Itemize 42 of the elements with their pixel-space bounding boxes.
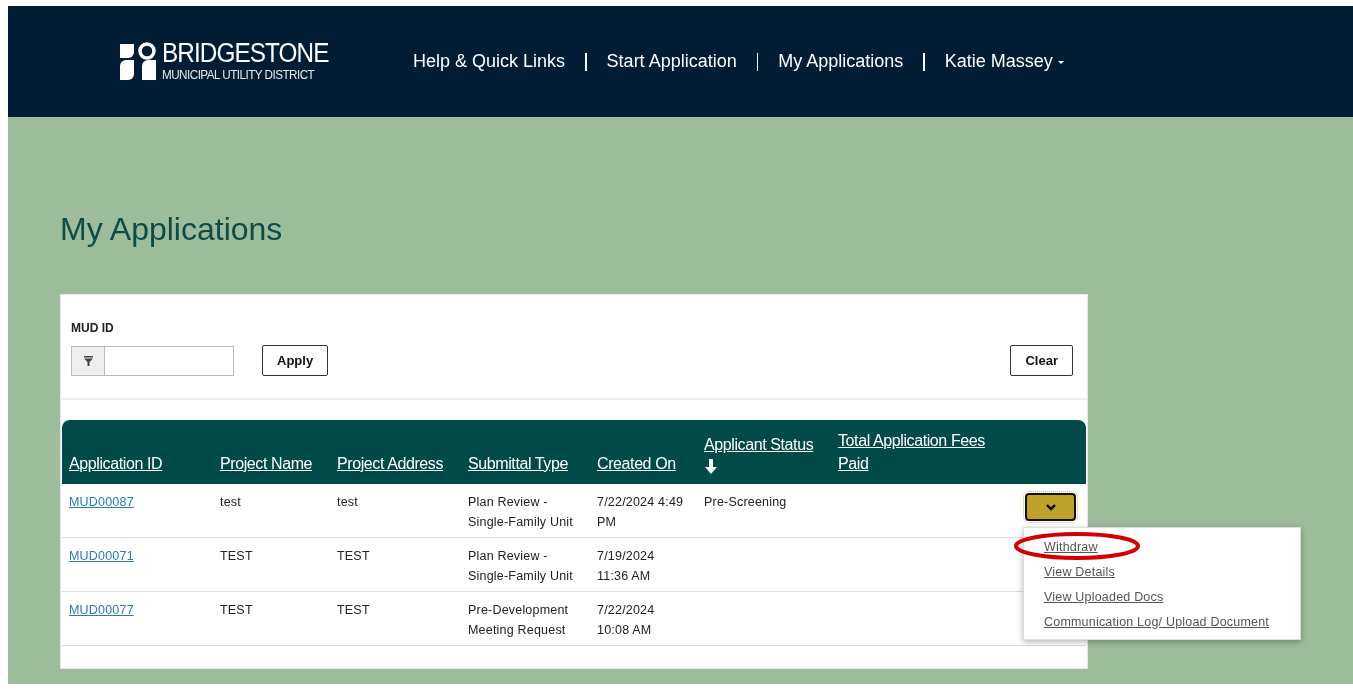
column-header[interactable]: Applicant Status xyxy=(704,433,814,456)
user-menu[interactable]: Katie Massey xyxy=(944,51,1064,72)
table-cell: Pre-Development Meeting Request xyxy=(468,603,569,637)
table-cell: Plan Review - Single-Family Unit xyxy=(468,549,574,583)
column-header[interactable]: Created On xyxy=(597,452,676,475)
clear-button[interactable]: Clear xyxy=(1010,345,1073,376)
apply-button[interactable]: Apply xyxy=(262,345,329,376)
table-cell: test xyxy=(337,495,358,509)
table-cell: TEST xyxy=(220,603,253,617)
flower-logo-icon xyxy=(118,41,158,82)
column-header[interactable]: Project Name xyxy=(220,452,313,475)
table-cell: Plan Review - Single-Family Unit xyxy=(468,495,574,529)
application-link[interactable]: MUD00077 xyxy=(69,603,134,617)
table-cell: test xyxy=(220,495,241,509)
column-header[interactable]: Submittal Type xyxy=(468,452,568,475)
column-header[interactable]: Total Application Fees Paid xyxy=(838,429,1003,475)
nav-link[interactable]: Help & Quick Links xyxy=(413,51,566,72)
filter-icon xyxy=(83,355,93,366)
menu-item[interactable]: View Details xyxy=(1044,562,1115,583)
down-arrow-icon[interactable] xyxy=(704,459,718,475)
table-cell: 7/22/2024 10:08 AM xyxy=(597,603,655,637)
table-cell: TEST xyxy=(337,603,370,617)
menu-item[interactable]: Communication Log/ Upload Document xyxy=(1044,612,1269,633)
column-header[interactable]: Application ID xyxy=(69,452,163,475)
column-header[interactable]: Project Address xyxy=(337,452,444,475)
filter-label: MUD ID xyxy=(71,321,115,335)
page-title: My Applications xyxy=(60,211,284,248)
application-link[interactable]: MUD00087 xyxy=(69,495,134,509)
application-link[interactable]: MUD00071 xyxy=(69,549,134,563)
table-cell: TEST xyxy=(220,549,253,563)
logo-subtitle: MUNICIPAL UTILITY DISTRICT xyxy=(162,67,316,83)
chevron-icon xyxy=(1045,503,1056,511)
actions-toggle[interactable] xyxy=(1025,493,1076,521)
logo-name: BRIDGESTONE xyxy=(162,40,329,67)
table-cell: Pre-Screening xyxy=(704,495,787,509)
table-cell: 7/22/2024 4:49 PM xyxy=(597,495,684,529)
menu-item[interactable]: View Uploaded Docs xyxy=(1044,587,1164,608)
nav-link[interactable]: Start Application xyxy=(606,51,737,72)
table-cell: 7/19/2024 11:36 AM xyxy=(597,549,655,583)
nav-link[interactable]: My Applications xyxy=(778,51,904,72)
table-cell: TEST xyxy=(337,549,370,563)
mud-id-field[interactable] xyxy=(71,345,234,376)
